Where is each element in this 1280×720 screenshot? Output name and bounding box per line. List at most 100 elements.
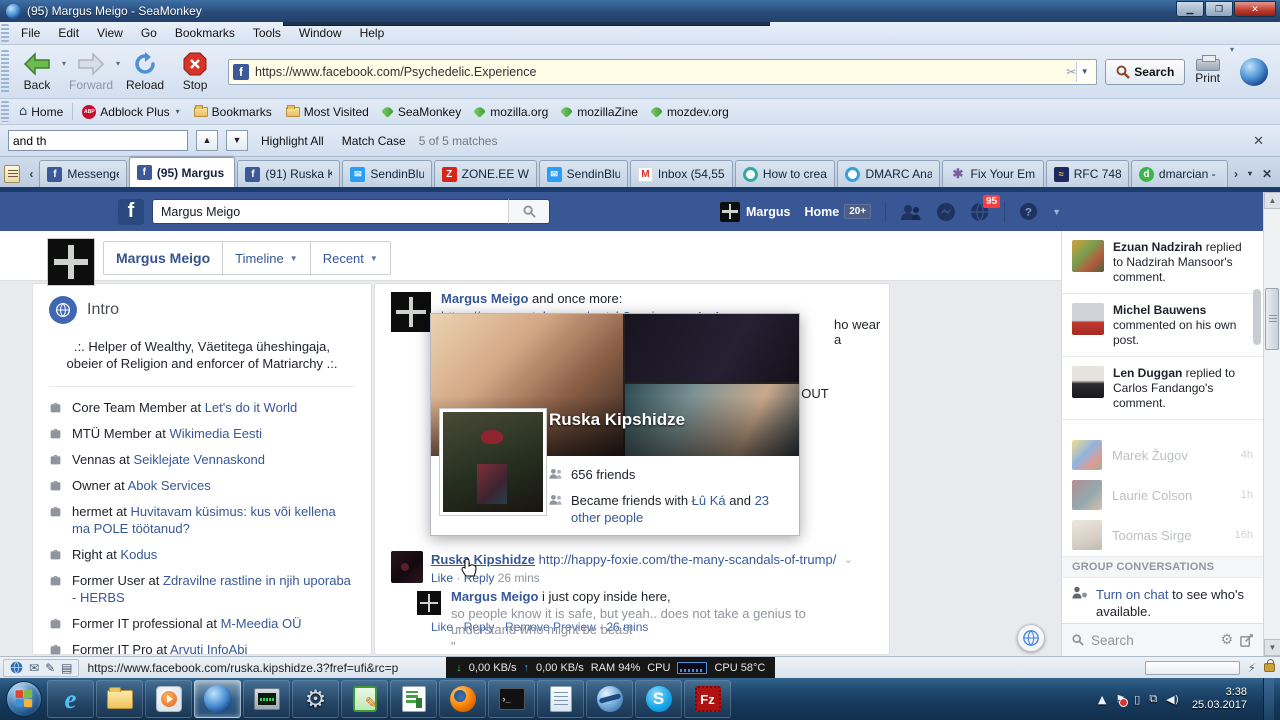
taskbar-settings[interactable] bbox=[292, 680, 339, 718]
bookmark-bookmarks[interactable]: Bookmarks bbox=[187, 99, 279, 124]
comment-avatar[interactable] bbox=[391, 551, 423, 583]
bookmark-adblock[interactable]: ABPAdblock Plus bbox=[75, 99, 186, 124]
intro-link[interactable]: Kodus bbox=[120, 547, 157, 562]
toolbar-grippy[interactable] bbox=[1, 50, 9, 93]
post-author-avatar[interactable] bbox=[391, 292, 431, 332]
taskbar-windows-explorer[interactable] bbox=[96, 680, 143, 718]
security-lock-icon[interactable] bbox=[1264, 663, 1275, 672]
browser-scrollbar[interactable]: ▲ ▼ bbox=[1263, 192, 1280, 656]
chat-contact[interactable]: Toomas Sirge 16h bbox=[1062, 515, 1263, 555]
like-link[interactable]: Like bbox=[431, 571, 453, 585]
intro-link[interactable]: Arvuti InfoAbi bbox=[170, 642, 247, 656]
profile-avatar[interactable] bbox=[47, 238, 95, 286]
show-desktop-button[interactable] bbox=[1263, 678, 1274, 720]
friend-link[interactable]: Łû Ká bbox=[692, 493, 726, 508]
taskbar-media-player[interactable] bbox=[145, 680, 192, 718]
profile-name[interactable]: Margus Meigo bbox=[104, 242, 223, 274]
home-link[interactable]: Home 20+ bbox=[804, 204, 871, 219]
minimize-button[interactable]: ▁ bbox=[1176, 1, 1204, 17]
menu-go[interactable]: Go bbox=[132, 22, 166, 44]
chat-contact[interactable]: Laurie Colson 1h bbox=[1062, 475, 1263, 515]
forward-button[interactable]: Forward bbox=[66, 47, 116, 97]
composer-icon[interactable]: ✎ bbox=[45, 662, 55, 674]
profile-shortcut[interactable]: Margus bbox=[720, 202, 790, 222]
volume-tray-icon[interactable]: ◀) bbox=[1166, 693, 1179, 706]
match-case-button[interactable]: Match Case bbox=[337, 134, 411, 148]
find-next-button[interactable]: ▼ bbox=[226, 130, 248, 151]
ticker-item[interactable]: Ezuan Nadzirah replied to Nadzirah Manso… bbox=[1062, 231, 1263, 294]
intro-link[interactable]: Abok Services bbox=[128, 478, 211, 493]
tab-how-to[interactable]: How to crea... bbox=[735, 160, 836, 187]
sort-selector[interactable]: Recent▼ bbox=[311, 242, 390, 274]
tab-dropdown-icon[interactable]: ▾ bbox=[1244, 162, 1256, 186]
bookmark-mozilla[interactable]: mozilla.org bbox=[468, 99, 555, 124]
taskbar-iron-browser[interactable] bbox=[586, 680, 633, 718]
attachment-clip-icon[interactable]: ✂ bbox=[1066, 65, 1076, 79]
menu-bookmarks[interactable]: Bookmarks bbox=[166, 22, 244, 44]
ticker-item[interactable]: Len Duggan replied to Carlos Fandango's … bbox=[1062, 357, 1263, 420]
maximize-button[interactable]: ❐ bbox=[1205, 1, 1233, 17]
taskbar-libreoffice-calc[interactable] bbox=[390, 680, 437, 718]
taskbar-command-prompt[interactable] bbox=[488, 680, 535, 718]
url-text[interactable]: https://www.facebook.com/Psychedelic.Exp… bbox=[255, 65, 536, 79]
bookmark-home[interactable]: ⌂Home bbox=[12, 99, 70, 124]
comment-author-link[interactable]: Ruska Kipshidze bbox=[431, 552, 535, 567]
url-bar[interactable]: f https://www.facebook.com/Psychedelic.E… bbox=[228, 59, 1097, 85]
ticker-item[interactable]: Michel Bauwens commented on his own post… bbox=[1062, 294, 1263, 357]
taskbar-firefox[interactable] bbox=[439, 680, 486, 718]
intro-link[interactable]: M-Meedia OÜ bbox=[221, 616, 302, 631]
facebook-search-input[interactable]: Margus Meigo bbox=[152, 199, 508, 224]
toolbar-grippy[interactable] bbox=[1, 24, 9, 42]
scroll-tabs-right[interactable]: › bbox=[1230, 162, 1242, 186]
chat-search-input[interactable]: Search bbox=[1091, 633, 1213, 648]
help-icon[interactable]: ? bbox=[1019, 202, 1038, 221]
tab-dmarc[interactable]: DMARC Ana... bbox=[837, 160, 940, 187]
comment-url-link[interactable]: http://happy-foxie.com/the-many-scandals… bbox=[539, 552, 837, 567]
bookmark-mozillazine[interactable]: mozillaZine bbox=[555, 99, 645, 124]
bookmark-most-visited[interactable]: Most Visited bbox=[279, 99, 376, 124]
reload-button[interactable]: Reload bbox=[120, 47, 170, 97]
chat-settings-gear-icon[interactable]: ⚙ bbox=[1220, 632, 1233, 648]
chat-contact[interactable]: Marek Žugov 4h bbox=[1062, 435, 1263, 475]
tab-zone[interactable]: ZZONE.EE We... bbox=[434, 160, 537, 187]
messenger-icon[interactable] bbox=[936, 202, 956, 222]
mail-icon[interactable]: ✉ bbox=[29, 662, 39, 674]
network-tray-icon[interactable]: ⧉ bbox=[1149, 692, 1157, 706]
tab-margus[interactable]: f(95) Margus ... bbox=[129, 157, 236, 187]
bookmark-mozdev[interactable]: mozdev.org bbox=[645, 99, 736, 124]
post-author-link[interactable]: Margus Meigo bbox=[441, 291, 528, 306]
close-tab-icon[interactable]: ✕ bbox=[1258, 162, 1276, 186]
tab-dmarcian[interactable]: ddmarcian - ... bbox=[1131, 160, 1228, 187]
reply-avatar[interactable] bbox=[417, 591, 441, 615]
facebook-logo[interactable]: f bbox=[118, 199, 144, 225]
action-center-flag-icon[interactable]: ⚑ bbox=[1115, 693, 1125, 706]
clipboard-tray-icon[interactable]: ▯ bbox=[1134, 693, 1140, 706]
tab-messenger[interactable]: fMessenger bbox=[39, 160, 126, 187]
intro-link[interactable]: Seiklejate Vennaskond bbox=[133, 452, 265, 467]
stop-button[interactable]: Stop bbox=[170, 47, 220, 97]
tab-list-icon[interactable] bbox=[4, 165, 20, 183]
turn-on-chat-link[interactable]: Turn on chat bbox=[1096, 587, 1169, 602]
start-button[interactable] bbox=[2, 680, 46, 718]
find-previous-button[interactable]: ▲ bbox=[196, 130, 218, 151]
highlight-all-button[interactable]: Highlight All bbox=[256, 134, 329, 148]
taskbar-notepad[interactable] bbox=[537, 680, 584, 718]
show-hidden-icons[interactable]: ▲ bbox=[1098, 693, 1106, 706]
scroll-down-arrow[interactable]: ▼ bbox=[1264, 639, 1280, 656]
tab-sendinblue-2[interactable]: ✉SendinBlue bbox=[539, 160, 628, 187]
seamonkey-throbber-icon[interactable] bbox=[1240, 58, 1268, 86]
taskbar-notepad2[interactable] bbox=[341, 680, 388, 718]
toolbar-grippy[interactable] bbox=[1, 101, 9, 122]
close-button[interactable]: ✕ bbox=[1234, 1, 1276, 17]
ticker-scrollbar[interactable] bbox=[1253, 289, 1261, 345]
tab-fix-your-email[interactable]: ✱Fix Your Em... bbox=[942, 160, 1043, 187]
taskbar-filezilla[interactable] bbox=[684, 680, 731, 718]
find-close-icon[interactable]: ✕ bbox=[1245, 133, 1272, 149]
scroll-tabs-left[interactable]: ‹ bbox=[25, 162, 37, 186]
tab-sendinblue-1[interactable]: ✉SendinBlue bbox=[342, 160, 431, 187]
taskbar-internet-explorer[interactable] bbox=[47, 680, 94, 718]
reply-author-link[interactable]: Margus Meigo bbox=[451, 589, 538, 604]
taskbar-clock[interactable]: 3:38 25.03.2017 bbox=[1192, 686, 1247, 712]
scroll-up-arrow[interactable]: ▲ bbox=[1264, 192, 1280, 209]
menu-file[interactable]: File bbox=[12, 22, 49, 44]
